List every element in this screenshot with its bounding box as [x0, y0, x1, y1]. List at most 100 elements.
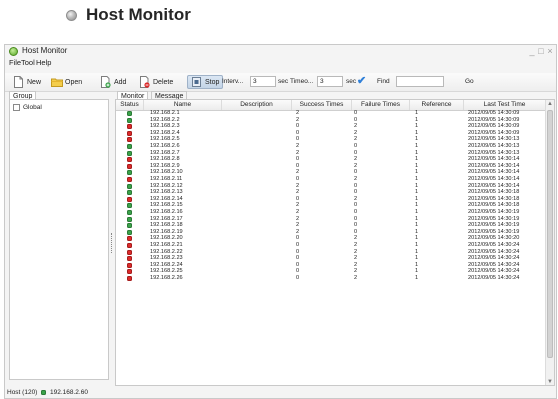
app-window: Host Monitor _ □ × File Tool Help New Op…	[4, 44, 557, 399]
table-row[interactable]: 192.168.2.22 0 2 1 2012/09/05 14:30:24	[116, 249, 546, 256]
table-row[interactable]: 192.168.2.16 2 0 1 2012/09/05 14:30:19	[116, 209, 546, 216]
cell-last-test: 2012/09/05 14:30:09	[468, 123, 520, 130]
table-row[interactable]: 192.168.2.13 2 0 1 2012/09/05 14:30:18	[116, 189, 546, 196]
cell-success: 0	[296, 248, 300, 255]
cell-name: 192.168.2.12	[150, 182, 183, 189]
group-checkbox[interactable]	[13, 104, 20, 111]
menu-tool[interactable]: Tool	[21, 58, 35, 67]
col-failure-times[interactable]: Failure Times	[352, 100, 410, 110]
cell-success: 0	[296, 176, 300, 182]
cell-name: 192.168.2.9	[150, 162, 180, 169]
cell-success: 2	[296, 116, 300, 123]
interval-input[interactable]: 3	[250, 76, 276, 87]
table-row[interactable]: 192.168.2.10 2 0 1 2012/09/05 14:30:14	[116, 169, 546, 176]
table-row[interactable]: 192.168.2.11 0 2 1 2012/09/05 14:30:14	[116, 176, 546, 183]
selected-host: 192.168.2.60	[50, 389, 88, 396]
delete-button-label: Delete	[153, 78, 174, 86]
bullet-icon	[66, 10, 77, 21]
cell-last-test: 2012/09/05 14:30:24	[468, 275, 520, 281]
add-button[interactable]: Add	[100, 75, 126, 89]
table-row[interactable]: 192.168.2.4 0 2 1 2012/09/05 14:30:09	[116, 130, 546, 137]
cell-name: 192.168.2.13	[150, 189, 183, 196]
go-button[interactable]: Go	[465, 78, 474, 85]
cell-failure: 0	[354, 189, 358, 196]
cell-reference: 1	[415, 202, 419, 209]
col-name[interactable]: Name	[144, 100, 222, 110]
table-row[interactable]: 192.168.2.2 2 0 1 2012/09/05 14:30:09	[116, 117, 546, 124]
table-row[interactable]: 192.168.2.26 0 2 1 2012/09/05 14:30:24	[116, 275, 546, 282]
cell-failure: 0	[354, 209, 358, 215]
table-row[interactable]: 192.168.2.15 2 0 1 2012/09/05 14:30:18	[116, 202, 546, 209]
status-down-icon	[127, 163, 132, 169]
menu-help[interactable]: Help	[36, 58, 51, 67]
timeout-input[interactable]: 3	[317, 76, 343, 87]
table-row[interactable]: 192.168.2.17 2 0 1 2012/09/05 14:30:19	[116, 216, 546, 223]
open-button[interactable]: Open	[51, 75, 82, 89]
col-reference[interactable]: Reference	[410, 100, 464, 110]
status-down-icon	[127, 196, 132, 202]
col-last-test-time[interactable]: Last Test Time	[464, 100, 546, 110]
table-row[interactable]: 192.168.2.1 2 0 1 2012/09/05 14:30:09	[116, 110, 546, 117]
table-row[interactable]: 192.168.2.5 0 2 1 2012/09/05 14:30:13	[116, 136, 546, 143]
table-row[interactable]: 192.168.2.7 2 0 1 2012/09/05 14:30:13	[116, 150, 546, 157]
table-row[interactable]: 192.168.2.12 2 0 1 2012/09/05 14:30:14	[116, 183, 546, 190]
cell-description	[224, 235, 290, 242]
table-row[interactable]: 192.168.2.20 0 2 1 2012/09/05 14:30:20	[116, 235, 546, 242]
status-up-icon	[127, 144, 132, 149]
status-up-icon	[127, 229, 132, 235]
table-row[interactable]: 192.168.2.23 0 2 1 2012/09/05 14:30:24	[116, 255, 546, 262]
cell-reference: 1	[415, 182, 419, 189]
new-button[interactable]: New	[13, 75, 41, 89]
cell-reference: 1	[415, 189, 419, 196]
table-row[interactable]: 192.168.2.8 0 2 1 2012/09/05 14:30:14	[116, 156, 546, 163]
status-down-icon	[127, 269, 132, 275]
table-row[interactable]: 192.168.2.24 0 2 1 2012/09/05 14:30:24	[116, 262, 546, 269]
status-up-icon	[127, 111, 132, 116]
close-button[interactable]: ×	[545, 45, 555, 57]
delete-button[interactable]: Delete	[139, 75, 173, 89]
table-row[interactable]: 192.168.2.18 2 0 1 2012/09/05 14:30:19	[116, 222, 546, 229]
cell-description	[224, 262, 290, 269]
cell-success: 0	[296, 268, 300, 275]
timeout-label: Timeo...	[290, 78, 314, 85]
status-down-icon	[127, 249, 132, 255]
status-up-icon	[127, 210, 132, 215]
scroll-up-icon[interactable]: ▲	[546, 100, 554, 109]
cell-description	[224, 136, 290, 143]
timeout-unit: sec	[346, 78, 357, 85]
cell-description	[224, 110, 290, 117]
table-row[interactable]: 192.168.2.14 0 2 1 2012/09/05 14:30:18	[116, 196, 546, 203]
group-item-global[interactable]: Global	[13, 104, 42, 111]
cell-reference: 1	[415, 228, 419, 235]
toolbar: New Open Add Delete Stop Interv... 3 sec…	[5, 73, 556, 92]
cell-last-test: 2012/09/05 14:30:24	[468, 255, 520, 262]
col-description[interactable]: Description	[222, 100, 292, 110]
cell-reference: 1	[415, 176, 419, 182]
table-row[interactable]: 192.168.2.25 0 2 1 2012/09/05 14:30:24	[116, 268, 546, 275]
scroll-down-icon[interactable]: ▼	[546, 378, 554, 385]
status-down-icon	[127, 177, 132, 182]
col-status[interactable]: Status	[116, 100, 144, 110]
status-down-icon	[127, 137, 132, 143]
col-success-times[interactable]: Success Times	[292, 100, 352, 110]
cell-description	[224, 156, 290, 163]
cell-success: 0	[296, 129, 300, 136]
table-row[interactable]: 192.168.2.6 2 0 1 2012/09/05 14:30:13	[116, 143, 546, 150]
scroll-thumb[interactable]	[547, 110, 553, 358]
page-heading: Host Monitor	[0, 0, 558, 38]
cell-name: 192.168.2.23	[150, 255, 183, 262]
cell-name: 192.168.2.22	[150, 248, 183, 255]
table-row[interactable]: 192.168.2.21 0 2 1 2012/09/05 14:30:24	[116, 242, 546, 249]
cell-name: 192.168.2.10	[150, 169, 183, 176]
table-row[interactable]: 192.168.2.3 0 2 1 2012/09/05 14:30:09	[116, 123, 546, 130]
table-row[interactable]: 192.168.2.19 2 0 1 2012/09/05 14:30:19	[116, 229, 546, 236]
cell-failure: 0	[354, 116, 358, 123]
find-input[interactable]	[396, 76, 444, 87]
apply-check-icon[interactable]: ✔	[357, 76, 366, 87]
vertical-scrollbar[interactable]: ▲ ▼	[545, 100, 554, 385]
cell-failure: 2	[354, 156, 358, 163]
group-item-label: Global	[23, 104, 42, 111]
menu-file[interactable]: File	[9, 58, 21, 67]
table-row[interactable]: 192.168.2.9 0 2 1 2012/09/05 14:30:14	[116, 163, 546, 170]
stop-button[interactable]: Stop	[187, 75, 224, 89]
